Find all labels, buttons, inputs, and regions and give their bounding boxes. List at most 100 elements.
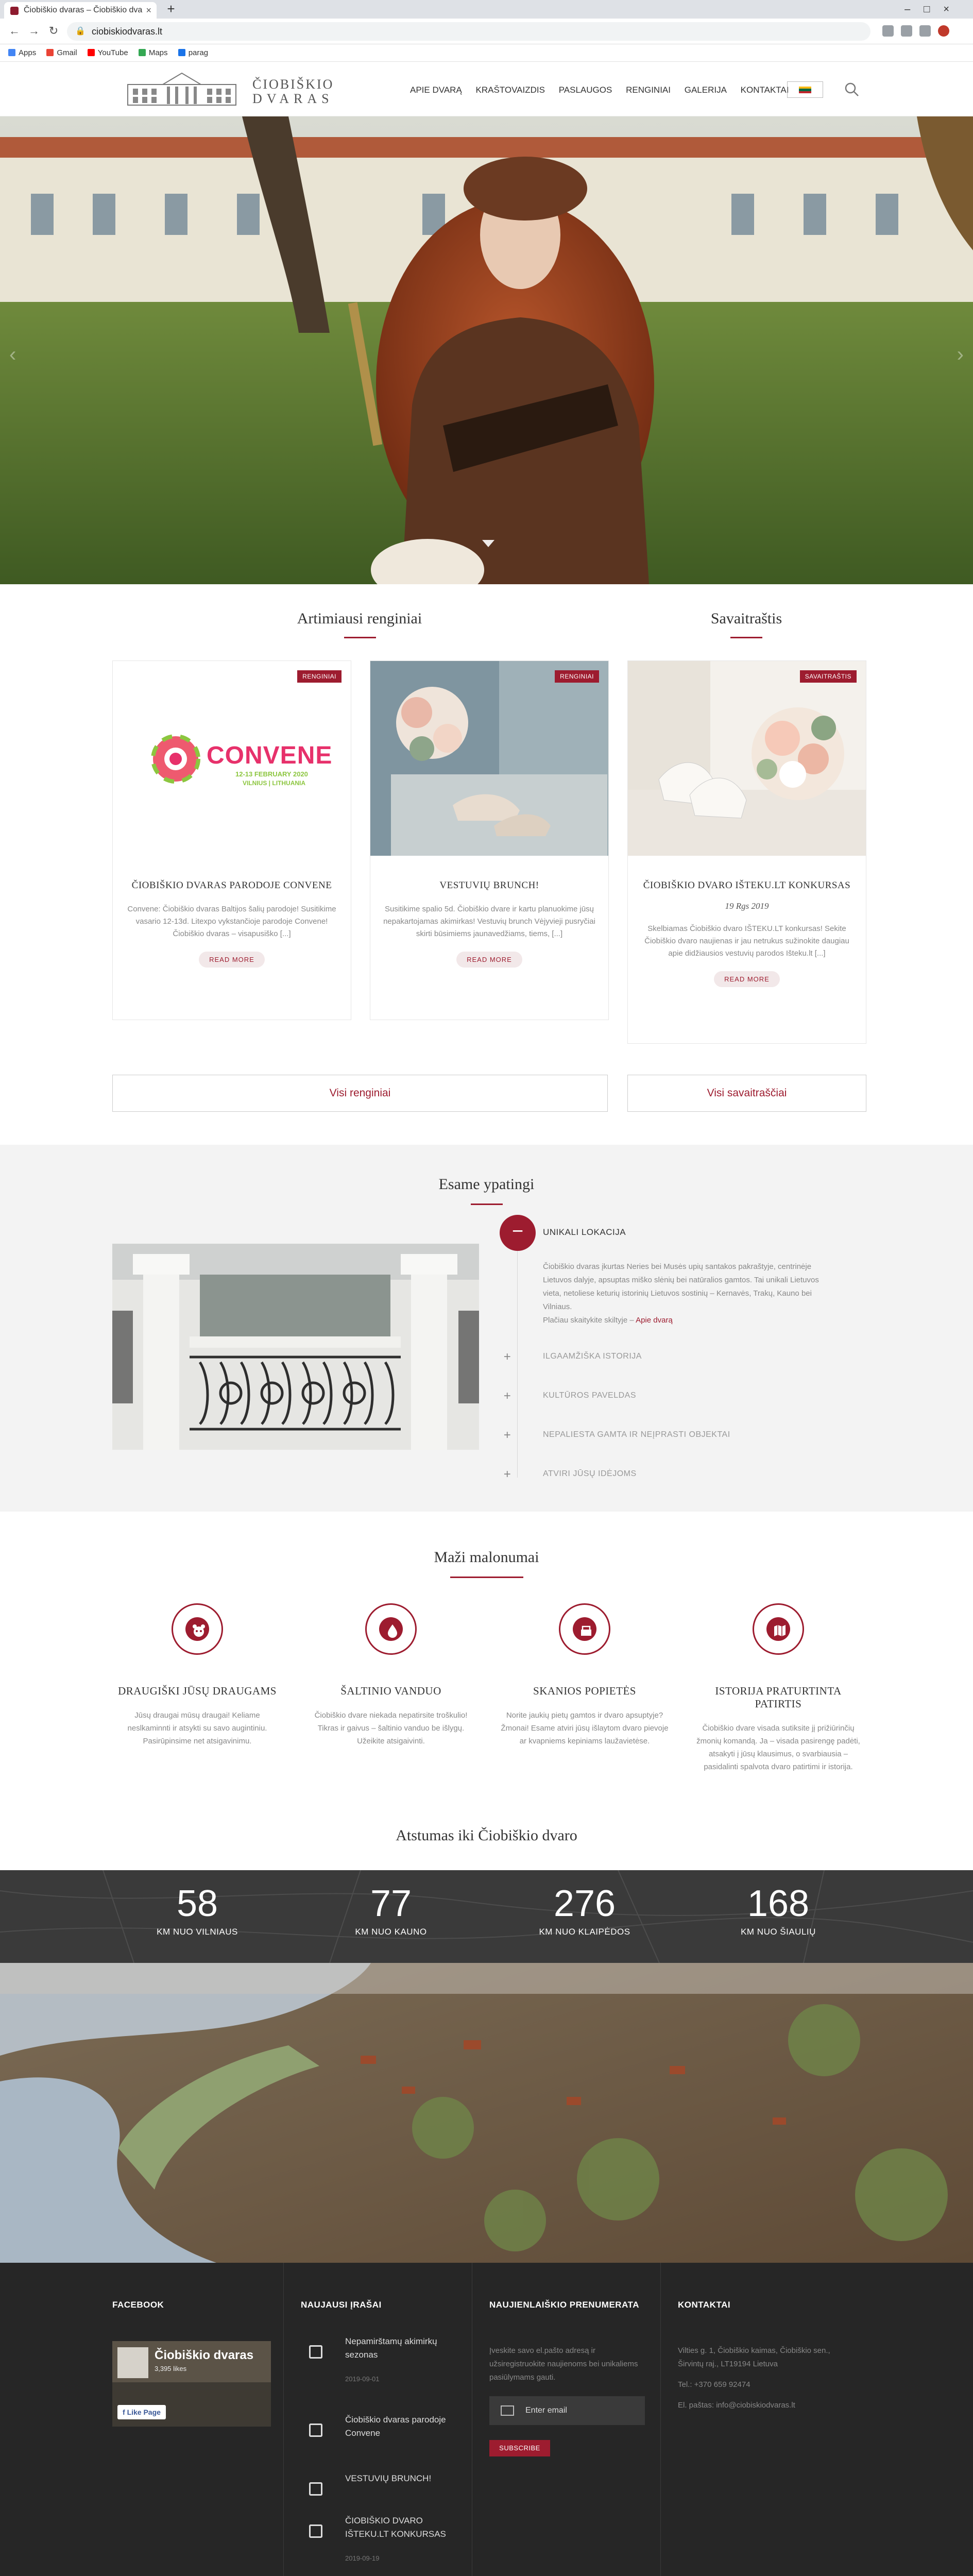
window-controls[interactable]: –□× bbox=[885, 0, 973, 19]
card-title[interactable]: ČIOBIŠKIO DVARAS PARODOJE CONVENE bbox=[125, 879, 338, 892]
expand-plus-icon[interactable]: + bbox=[500, 1467, 515, 1483]
forward-icon[interactable]: → bbox=[27, 24, 41, 38]
pleasure-item-picnic: SKANIOS POPIETĖS Norite jaukių pietų gam… bbox=[500, 1603, 670, 1748]
accordion-content: Čiobiškio dvaras įkurtas Neries bei Musė… bbox=[543, 1260, 831, 1327]
contact-email[interactable]: El. paštas: info@ciobiskiodvaras.lt bbox=[678, 2399, 848, 2412]
distance-section-title: Atstumas iki Čiobiškio dvaro bbox=[396, 1827, 577, 1844]
slider-prev-icon[interactable]: ‹ bbox=[9, 343, 16, 366]
contact-phone[interactable]: Tel.: +370 659 92474 bbox=[678, 2378, 848, 2392]
post-date: 2019-09-01 bbox=[345, 2375, 380, 2383]
language-selector[interactable] bbox=[787, 81, 823, 98]
convene-logo-place: VILNIUS | LITHUANIA bbox=[243, 779, 306, 787]
site-header: ČIOBIŠKIO DVARAS APIE DVARĄ KRAŠTOVAIZDI… bbox=[0, 62, 973, 116]
bookmark-apps[interactable]: Apps bbox=[8, 44, 36, 62]
pleasure-item-water: ŠALTINIO VANDUO Čiobiškio dvare niekada … bbox=[306, 1603, 476, 1748]
basket-icon bbox=[559, 1603, 610, 1655]
facebook-page-widget[interactable]: Čiobiškio dvaras 3,395 likes f Like Page bbox=[112, 2341, 271, 2427]
post-title[interactable]: VESTUVIŲ BRUNCH! bbox=[345, 2472, 453, 2485]
nav-renginiai[interactable]: RENGINIAI bbox=[626, 83, 671, 97]
expand-plus-icon[interactable]: + bbox=[500, 1350, 515, 1365]
card-excerpt: Skelbiamas Čiobiškio dvaro IŠTEKU.LT kon… bbox=[644, 924, 849, 958]
card-title[interactable]: ČIOBIŠKIO DVARO IŠTEKU.LT KONKURSAS bbox=[640, 879, 853, 892]
nav-galerija[interactable]: GALERIJA bbox=[685, 83, 727, 97]
post-title[interactable]: Nepamirštamų akimirkų sezonas bbox=[345, 2335, 453, 2362]
all-events-button[interactable]: Visi renginiai bbox=[112, 1075, 608, 1112]
footer-post-item[interactable]: ČIOBIŠKIO DVARO IŠTEKU.LT KONKURSAS 2019-… bbox=[301, 2514, 455, 2562]
stat-vilnius: 58 KM NUO VILNIAUS bbox=[112, 1883, 282, 1937]
accordion-item-unikali-lokacija[interactable]: − UNIKALI LOKACIJA bbox=[500, 1215, 788, 1251]
site-logo-text[interactable]: ČIOBIŠKIO DVARAS bbox=[252, 77, 334, 106]
stat-siauliai: 168 KM NUO ŠIAULIŲ bbox=[693, 1883, 863, 1937]
stat-label: KM NUO VILNIAUS bbox=[157, 1927, 238, 1937]
event-card-brunch[interactable]: RENGINIAI VESTUVIŲ BRUNCH! Susitikime sp… bbox=[370, 660, 609, 1020]
reload-icon[interactable]: ↻ bbox=[46, 24, 61, 38]
card-badge: RENGINIAI bbox=[297, 670, 342, 683]
slider-next-icon[interactable]: › bbox=[957, 343, 964, 366]
blog-card-konkursas[interactable]: SAVAITRAŠTIS ČIOBIŠKIO DVARO IŠTEKU.LT K… bbox=[627, 660, 866, 1044]
back-icon[interactable]: ← bbox=[7, 24, 22, 38]
expand-plus-icon[interactable]: + bbox=[500, 1428, 515, 1444]
wedding-shoes-photo bbox=[370, 661, 608, 856]
extension-icons[interactable] bbox=[875, 25, 963, 38]
blog-title-underline bbox=[730, 637, 762, 638]
address-bar-row: ← → ↻ 🔒 ciobiskiodvaras.lt bbox=[0, 19, 973, 44]
post-title[interactable]: ČIOBIŠKIO DVARO IŠTEKU.LT KONKURSAS bbox=[345, 2514, 453, 2541]
fb-likes: 3,395 likes bbox=[155, 2365, 187, 2372]
card-image: RENGINIAI bbox=[370, 661, 608, 856]
post-title[interactable]: Čiobiškio dvaras parodoje Convene bbox=[345, 2413, 453, 2440]
search-icon[interactable] bbox=[845, 82, 859, 97]
footer-post-item[interactable]: Nepamirštamų akimirkų sezonas 2019-09-01 bbox=[301, 2335, 455, 2383]
all-blog-button[interactable]: Visi savaitraščiai bbox=[627, 1075, 866, 1112]
nav-kontaktai[interactable]: KONTAKTAI bbox=[741, 83, 789, 97]
footer-post-item[interactable]: Čiobiškio dvaras parodoje Convene bbox=[301, 2413, 455, 2460]
apie-dvara-link[interactable]: Apie dvarą bbox=[636, 1316, 673, 1325]
map-icon bbox=[753, 1603, 804, 1655]
lock-icon: 🔒 bbox=[75, 27, 86, 36]
nav-apie-dvara[interactable]: APIE DVARĄ bbox=[410, 83, 462, 97]
edit-icon bbox=[309, 2345, 322, 2359]
newsletter-text: Įveskite savo el.pašto adresą ir užsireg… bbox=[489, 2346, 638, 2382]
collapse-minus-icon[interactable]: − bbox=[500, 1215, 536, 1251]
main-nav: APIE DVARĄ KRAŠTOVAIZDIS PASLAUGOS RENGI… bbox=[410, 83, 800, 97]
convene-logo-date: 12-13 FEBRUARY 2020 bbox=[235, 770, 308, 778]
footer-contacts: KONTAKTAI Vilties g. 1, Čiobiškio kaimas… bbox=[678, 2300, 848, 2412]
read-more-button[interactable]: READ MORE bbox=[199, 952, 265, 968]
events-title-underline bbox=[344, 637, 376, 638]
water-drop-icon bbox=[365, 1603, 417, 1655]
read-more-button[interactable]: READ MORE bbox=[456, 952, 522, 968]
footer-post-item[interactable]: VESTUVIŲ BRUNCH! bbox=[301, 2472, 455, 2518]
card-image: SAVAITRAŠTIS bbox=[628, 661, 866, 856]
subscribe-button[interactable]: SUBSCRIBE bbox=[489, 2440, 550, 2456]
url-input[interactable]: 🔒 ciobiskiodvaras.lt bbox=[67, 22, 870, 41]
event-card-convene[interactable]: RENGINIAI CONVENE 12-13 FEBRUARY 2020 VI… bbox=[112, 660, 351, 1020]
read-more-button[interactable]: READ MORE bbox=[714, 971, 780, 987]
scroll-down-icon[interactable] bbox=[482, 540, 494, 547]
pleasure-item-history: ISTORIJA PRATURTINTA PATIRTIS Čiobiškio … bbox=[693, 1603, 863, 1773]
bookmark-gmail[interactable]: Gmail bbox=[46, 44, 77, 62]
bookmark-maps[interactable]: Maps bbox=[138, 44, 168, 62]
new-tab-icon[interactable]: + bbox=[164, 2, 178, 16]
close-tab-icon[interactable]: × bbox=[146, 2, 151, 19]
fb-like-button[interactable]: f Like Page bbox=[117, 2405, 166, 2419]
footer-facebook: FACEBOOK bbox=[112, 2300, 282, 2310]
profile-avatar-icon[interactable] bbox=[938, 25, 949, 37]
nav-paslaugos[interactable]: PASLAUGOS bbox=[559, 83, 612, 97]
bookmark-star-icon[interactable] bbox=[901, 25, 912, 37]
expand-plus-icon[interactable]: + bbox=[500, 1389, 515, 1404]
nav-krastovaizdis[interactable]: KRAŠTOVAIZDIS bbox=[476, 83, 545, 97]
accordion-line bbox=[517, 1251, 518, 1478]
newsletter-email-input[interactable]: Enter email bbox=[489, 2396, 645, 2425]
logo-line2: DVARAS bbox=[252, 91, 334, 106]
bookmark-parag[interactable]: parag bbox=[178, 44, 208, 62]
bookmark-youtube[interactable]: YouTube bbox=[87, 44, 128, 62]
browser-tab[interactable]: Čiobiškio dvaras – Čiobiškio dva × bbox=[4, 2, 157, 19]
extension-icon[interactable] bbox=[919, 25, 931, 37]
edit-icon bbox=[309, 2424, 322, 2437]
fb-page-name[interactable]: Čiobiškio dvaras bbox=[155, 2348, 253, 2363]
footer-posts: NAUJAUSI ĮRAŠAI bbox=[301, 2300, 471, 2310]
translate-icon[interactable] bbox=[882, 25, 894, 37]
manor-logo-icon[interactable] bbox=[127, 71, 237, 107]
envelope-icon bbox=[501, 2405, 514, 2416]
card-title[interactable]: VESTUVIŲ BRUNCH! bbox=[383, 879, 596, 892]
hero-slider[interactable]: ‹ › bbox=[0, 116, 973, 584]
